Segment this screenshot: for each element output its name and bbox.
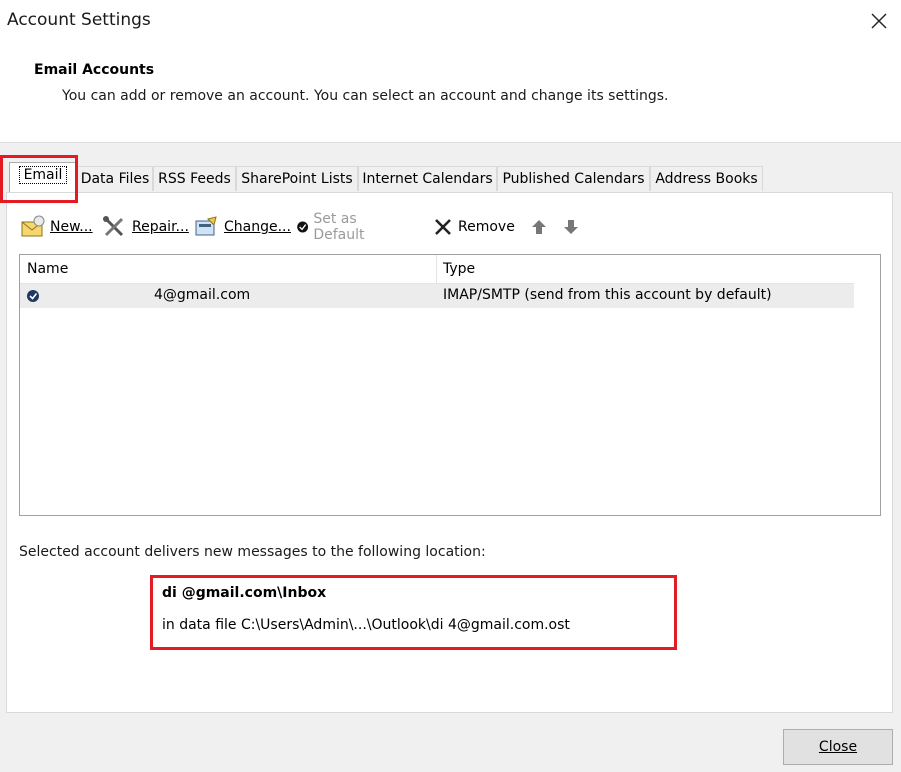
set-as-default-button[interactable]: Set as Default	[296, 211, 373, 243]
repair-tools-icon	[103, 216, 124, 237]
tab-sharepoint-lists[interactable]: SharePoint Lists	[236, 166, 358, 191]
remove-x-icon	[435, 219, 451, 235]
account-row[interactable]: 4@gmail.com IMAP/SMTP (send from this ac…	[20, 284, 854, 308]
tab-internet-calendars[interactable]: Internet Calendars	[358, 166, 497, 191]
new-account-icon	[21, 215, 45, 237]
list-header: Name Type	[20, 255, 854, 284]
close-icon[interactable]	[867, 9, 891, 33]
repair-button[interactable]: Repair...	[102, 214, 189, 240]
tab-address-books[interactable]: Address Books	[650, 166, 763, 191]
accounts-list: Name Type 4@gmail.com IMAP/SMTP (send fr…	[19, 254, 881, 516]
move-down-button[interactable]	[562, 214, 584, 240]
delivery-folder: di @gmail.com\Inbox	[162, 585, 327, 601]
email-tab-highlight	[0, 155, 78, 203]
section-title: Email Accounts	[34, 62, 155, 78]
remove-button[interactable]: Remove	[432, 214, 515, 240]
tab-data-files[interactable]: Data Files	[77, 166, 153, 191]
tab-rss-feeds[interactable]: RSS Feeds	[153, 166, 236, 191]
arrow-up-icon	[532, 220, 546, 234]
section-subtitle: You can add or remove an account. You ca…	[62, 88, 669, 104]
column-header-type[interactable]: Type	[443, 261, 475, 277]
change-button[interactable]: Change...	[194, 214, 291, 240]
checkmark-circle-icon	[297, 221, 309, 233]
column-header-name[interactable]: Name	[27, 261, 68, 277]
dialog-header: Account Settings Email Accounts You can …	[0, 0, 901, 143]
arrow-down-icon	[564, 220, 578, 234]
delivery-label: Selected account delivers new messages t…	[19, 544, 486, 560]
delivery-data-file: in data file C:\Users\Admin\...\Outlook\…	[162, 617, 570, 633]
window-title: Account Settings	[7, 10, 151, 30]
account-name: 4@gmail.com	[154, 287, 251, 303]
column-divider[interactable]	[436, 255, 437, 283]
tab-published-calendars[interactable]: Published Calendars	[497, 166, 650, 191]
close-button[interactable]: Close	[783, 729, 893, 765]
move-up-button[interactable]	[530, 214, 552, 240]
change-settings-icon	[195, 216, 217, 236]
default-account-check-icon	[27, 290, 39, 302]
new-button[interactable]: New...	[20, 214, 93, 240]
account-type: IMAP/SMTP (send from this account by def…	[443, 287, 772, 303]
